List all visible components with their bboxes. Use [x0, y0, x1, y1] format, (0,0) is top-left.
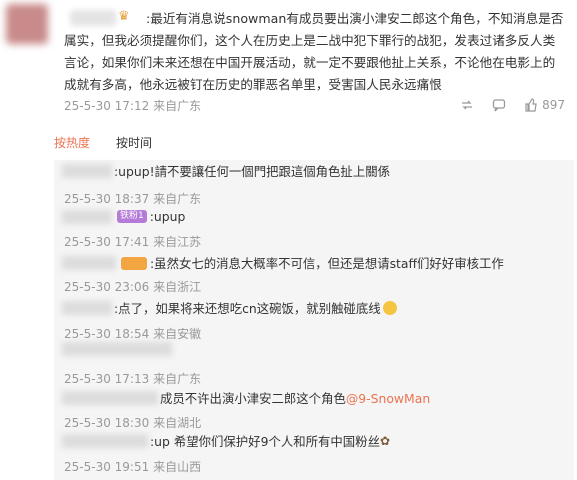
comment-text: :点了，如果将来还想吃cn这碗饭，就别触碰底线 — [114, 301, 381, 316]
username-redacted[interactable] — [62, 434, 148, 448]
comment-icon — [492, 99, 506, 112]
mention-link[interactable]: @9-SnowMan — [346, 391, 430, 406]
fan-badge: 铁粉1 — [117, 210, 147, 223]
username-redacted[interactable] — [62, 391, 158, 405]
repost-icon — [462, 100, 473, 110]
repost-button[interactable] — [460, 98, 474, 112]
comment-text: :虽然女七的消息大概率不可信，但还是想请staff们好好审核工作 — [150, 256, 504, 271]
comment-redacted — [62, 342, 172, 356]
comment-list: :upup!請不要讓任何一個門把跟這個角色扯上關係 25-5-30 18:37 … — [54, 160, 574, 480]
post-location: 来自广东 — [153, 99, 202, 113]
like-button[interactable]: 897 — [524, 98, 565, 112]
comment-timestamp: 25-5-30 18:37 — [64, 192, 150, 206]
smile-emoji-icon — [382, 301, 397, 315]
comment-timestamp: 25-5-30 17:13 — [64, 372, 150, 386]
comment-button[interactable] — [492, 98, 506, 112]
comment-timestamp: 25-5-30 17:41 — [64, 235, 150, 249]
comment-location: 来自江苏 — [153, 235, 202, 249]
post-meta: 25-5-30 17:12 来自广东 — [64, 97, 201, 114]
like-count: 897 — [542, 98, 565, 112]
comment-text: 成员不许出演小津安二郎这个角色 — [160, 391, 346, 406]
comment-location: 来自山西 — [153, 460, 202, 474]
comment-location: 来自安徽 — [153, 327, 202, 341]
sort-tabs: 按热度 按时间 — [54, 134, 152, 151]
comment-location: 来自浙江 — [153, 280, 202, 294]
main-post: ♛ :最近有消息说snowman有成员要出演小津安二郎这个角色，不知消息是否属实… — [0, 0, 577, 130]
comment-text: :upup — [149, 209, 186, 224]
post-actions: 897 — [460, 98, 565, 112]
avatar[interactable] — [6, 4, 48, 44]
comment-text: :upup!請不要讓任何一個門把跟這個角色扯上關係 — [114, 164, 390, 179]
username-redacted[interactable] — [62, 209, 112, 224]
comment-timestamp: 25-5-30 23:06 — [64, 280, 150, 294]
post-timestamp: 25-5-30 17:12 — [64, 99, 150, 113]
username-redacted[interactable] — [62, 164, 112, 178]
tab-sort-hot[interactable]: 按热度 — [54, 134, 90, 151]
comment-timestamp: 25-5-30 18:30 — [64, 416, 150, 430]
comment-timestamp: 25-5-30 19:51 — [64, 460, 150, 474]
comment-location: 来自广东 — [153, 372, 202, 386]
comment-text: :up 希望你们保护好9个人和所有中国粉丝 — [150, 434, 380, 449]
comment-timestamp: 25-5-30 18:54 — [64, 327, 150, 341]
flower-emoji-icon: ✿ — [379, 434, 391, 448]
fan-badge-icon — [121, 256, 147, 270]
thumbs-up-icon — [525, 98, 537, 112]
tab-sort-time[interactable]: 按时间 — [116, 134, 152, 151]
username-redacted[interactable] — [62, 301, 112, 315]
username-redacted[interactable] — [62, 256, 116, 270]
comment-location: 来自湖北 — [153, 416, 202, 430]
post-text: :最近有消息说snowman有成员要出演小津安二郎这个角色，不知消息是否属实，但… — [64, 11, 564, 92]
comment-location: 来自广东 — [153, 192, 202, 206]
